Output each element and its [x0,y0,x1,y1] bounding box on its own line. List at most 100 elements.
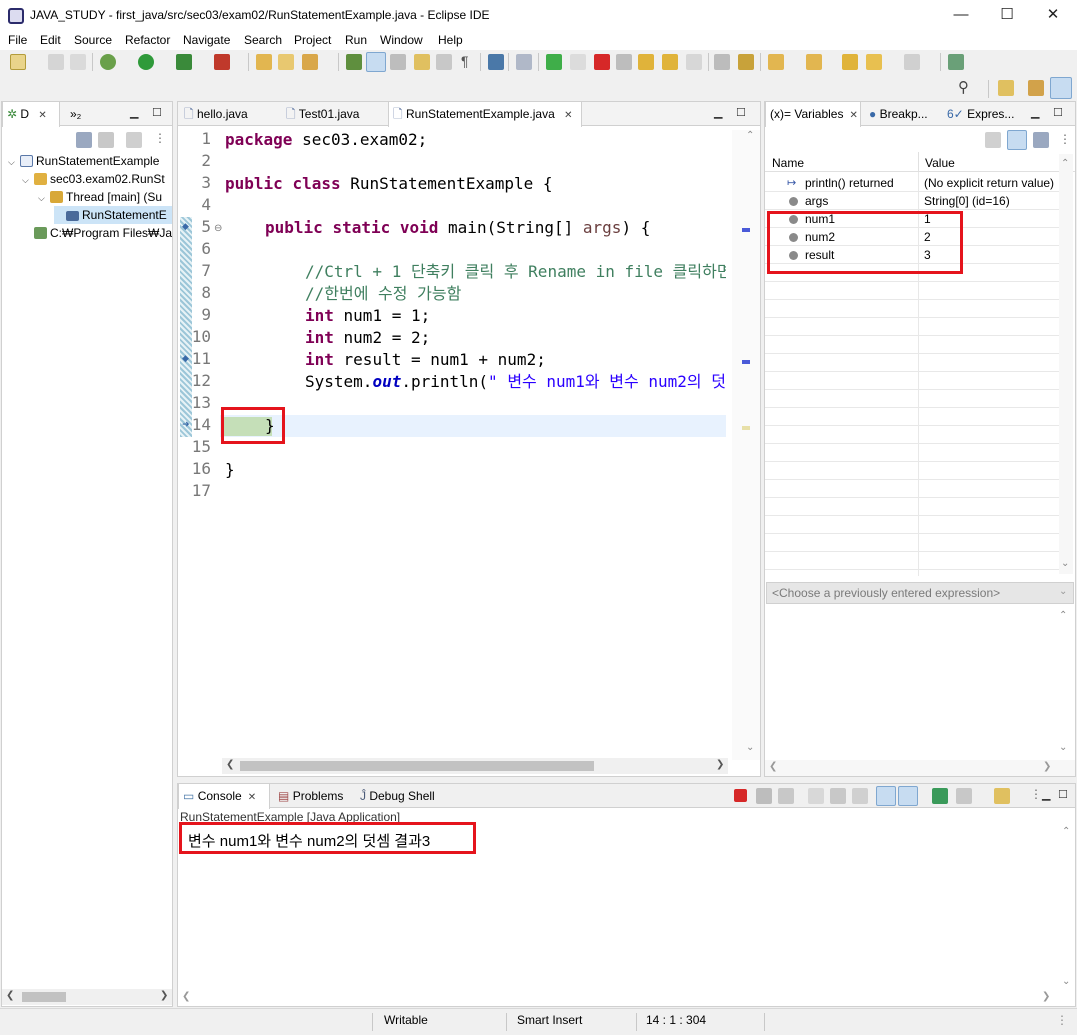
collapse-all-icon[interactable] [76,132,92,148]
detail-pane[interactable]: ⌃ ⌄ [765,606,1075,758]
step-over-icon[interactable] [662,54,678,70]
variables-horizontal-scrollbar[interactable]: ❮ ❯ [765,760,1075,776]
search-icon[interactable]: ⚲ [958,78,969,96]
debug-perspective-icon[interactable] [1050,77,1072,99]
skip-breakpoints-icon[interactable] [390,54,406,70]
pen-icon[interactable] [302,54,318,70]
tree-item-vm[interactable]: ⌵ sec03.exam02.RunSt [22,170,165,188]
show-console-on-output-icon[interactable] [876,786,896,806]
code-editor[interactable]: 1 2 3 4 5 6 7 8 9 10 11 12 13 14 15 16 1… [186,129,726,759]
step-into-icon[interactable] [638,54,654,70]
open-type-icon[interactable] [256,54,272,70]
open-perspective-icon[interactable] [998,80,1014,96]
minimize-view-icon[interactable]: ▁ [1031,106,1039,119]
terminate-icon[interactable] [734,789,747,802]
menu-edit[interactable]: Edit [40,33,61,47]
more-icon[interactable]: ⋮ [1056,1013,1068,1027]
chevron-down-icon[interactable]: ⌵ [38,189,50,207]
collapse-all-icon[interactable] [1033,132,1049,148]
tab-hello-java[interactable]: 🗋 hello.java [180,102,248,126]
maximize-button[interactable]: ☐ [984,0,1030,31]
tab-overflow[interactable]: »₂ [66,102,81,126]
tab-problems[interactable]: ▤ Problems [274,784,343,808]
step-return-icon[interactable] [686,54,702,70]
close-icon[interactable]: ✕ [248,792,256,803]
close-icon[interactable]: ✕ [849,110,857,121]
scroll-lock-icon[interactable] [830,788,846,804]
minimize-button[interactable]: — [938,0,984,31]
chevron-down-icon[interactable]: ⌵ [8,153,20,171]
tab-debug[interactable]: ✲ D ✕ [2,102,60,127]
show-console-on-error-icon[interactable] [898,786,918,806]
clear-console-icon[interactable] [808,788,824,804]
maximize-view-icon[interactable]: ☐ [1053,106,1063,119]
forward-icon[interactable] [904,54,920,70]
word-wrap-icon[interactable] [852,788,868,804]
menu-window[interactable]: Window [380,33,423,47]
block-select-icon[interactable] [436,54,452,70]
coverage-icon[interactable] [176,54,192,70]
fold-collapse-icon[interactable]: ⊖ [214,223,222,234]
chevron-down-icon[interactable]: ⌄ [1059,586,1067,597]
minimize-view-icon[interactable]: ▁ [714,106,722,119]
menu-help[interactable]: Help [438,33,463,47]
expression-combo[interactable]: <Choose a previously entered expression>… [766,582,1074,604]
maximize-view-icon[interactable]: ☐ [736,106,746,119]
terminate-icon[interactable] [594,54,610,70]
new-icon[interactable] [10,54,26,70]
editor-horizontal-scrollbar[interactable]: ❮ ❯ [222,758,728,774]
toggle-breakpoint-icon[interactable] [346,54,362,70]
variables-vertical-scrollbar[interactable]: ⌃ ⌄ [1059,154,1073,574]
menu-source[interactable]: Source [74,33,112,47]
menu-search[interactable]: Search [244,33,282,47]
display-selected-console-icon[interactable] [956,788,972,804]
prev-annotation-icon[interactable] [806,54,822,70]
more-icon[interactable]: ⋮ [1059,132,1071,146]
minimize-view-icon[interactable]: ▁ [130,106,138,119]
save-all-icon[interactable] [70,54,86,70]
last-edit-icon[interactable] [842,54,858,70]
more-icon[interactable]: ⋮ [1030,787,1042,801]
menu-run[interactable]: Run [345,33,367,47]
chevron-down-icon[interactable]: ⌵ [22,171,34,189]
drop-to-frame-icon[interactable] [714,54,730,70]
show-logical-structure-icon[interactable] [1007,130,1027,150]
tab-test01-java[interactable]: 🗋 Test01.java [282,102,359,126]
menu-navigate[interactable]: Navigate [183,33,230,47]
menu-project[interactable]: Project [294,33,331,47]
remove-launch-icon[interactable] [756,788,772,804]
menu-file[interactable]: File [8,33,27,47]
tab-expressions[interactable]: 6✓ Expres... [943,102,1014,126]
close-icon[interactable]: ✕ [564,110,572,121]
show-type-names-icon[interactable] [985,132,1001,148]
annotation-icon[interactable] [414,54,430,70]
close-button[interactable]: ✕ [1030,0,1076,31]
tree-item-launch[interactable]: ⌵ RunStatementExample [8,152,159,170]
column-value-header[interactable]: Value [925,156,955,170]
minimize-view-icon[interactable]: ▁ [1042,788,1050,801]
external-tools-icon[interactable] [214,54,230,70]
scrollbar-thumb[interactable] [240,761,594,771]
scrollbar-thumb[interactable] [22,992,66,1002]
mark-occurrences-icon[interactable] [366,52,386,72]
run-icon[interactable] [138,54,154,70]
tab-variables[interactable]: (x)= Variables ✕ [765,102,861,127]
column-name-header[interactable]: Name [772,156,804,170]
remove-all-terminated-icon[interactable] [778,788,794,804]
pin-console-icon[interactable] [932,788,948,804]
show-whitespace-icon[interactable]: ¶ [461,53,469,69]
maximize-view-icon[interactable]: ☐ [152,106,162,119]
overview-ruler[interactable]: ⌃ ⌄ [732,130,760,760]
more-icon[interactable]: ⋮ [154,131,166,145]
variable-row[interactable]: ↦ println() returned (No explicit return… [765,174,1071,192]
menu-refactor[interactable]: Refactor [125,33,170,47]
suspend-icon[interactable] [570,54,586,70]
debug-icon[interactable] [100,54,116,70]
view-menu-icon[interactable] [126,132,142,148]
open-folder-icon[interactable] [278,54,294,70]
tree-item-process[interactable]: C:₩Program Files₩Ja [22,224,172,242]
tab-runstatementexample-java[interactable]: 🗋 RunStatementExample.java ✕ [388,102,582,127]
console-horizontal-scrollbar[interactable]: ❮ ❯ [178,990,1074,1006]
tab-debug-shell[interactable]: Ĵ Debug Shell [356,784,435,808]
tree-item-stackframe[interactable]: RunStatementE [54,206,172,224]
